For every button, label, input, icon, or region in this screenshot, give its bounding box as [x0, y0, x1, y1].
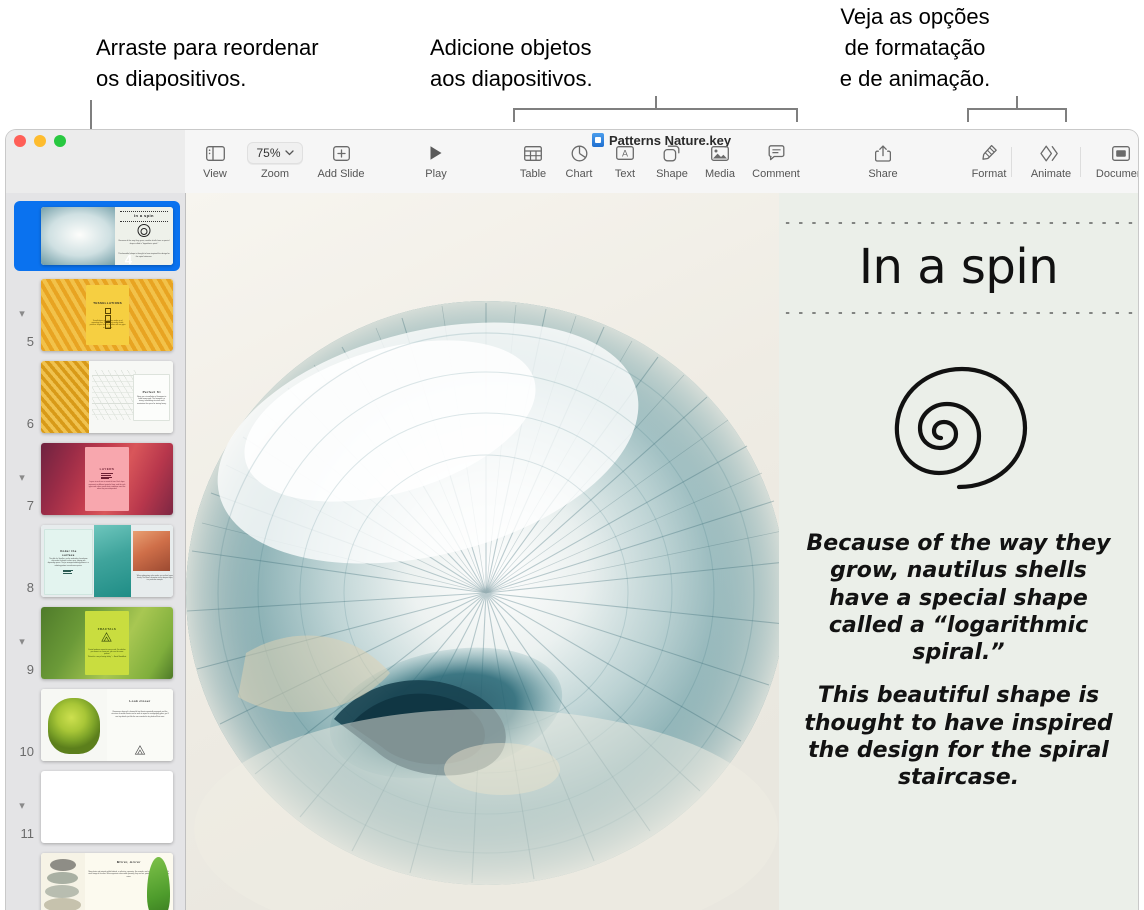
slide-canvas[interactable]: In a spin Because of the way they grow, …	[186, 193, 1138, 910]
document-icon	[1112, 142, 1130, 164]
navigator-slide-6[interactable]: Perfect fit Bees use a tessellation of h…	[6, 359, 185, 437]
close-button[interactable]	[14, 135, 26, 147]
slide-number: 10	[19, 744, 34, 759]
slide-number: 7	[26, 498, 34, 513]
play-icon	[429, 142, 443, 164]
zoom-control[interactable]: 75%	[247, 142, 303, 164]
slide-thumbnail[interactable]: LAYERS Layers in rocks are a record of t…	[41, 443, 173, 515]
svg-text:A: A	[622, 148, 628, 158]
toolbar-label-format: Format	[971, 168, 1007, 180]
callout-bracket-3	[967, 108, 1067, 122]
slide-thumbnail[interactable]: Perfect fit Bees use a tessellation of h…	[41, 361, 173, 433]
navigator-slide-7[interactable]: ▾ LAYERS Layers in rocks are a record of	[6, 441, 185, 519]
toolbar-label-media: Media	[705, 168, 735, 180]
dotted-rule-bottom	[781, 311, 1136, 315]
slide-thumbnail[interactable]: Mirror, mirror Many plants and animals e…	[41, 853, 173, 910]
toolbar-label-zoom: Zoom	[260, 168, 290, 180]
animate-diamonds-icon	[1040, 142, 1062, 164]
callout-bracket-2	[513, 108, 798, 122]
toolbar-button-share[interactable]: Share	[855, 142, 911, 180]
zoom-value: 75%	[256, 146, 281, 160]
toolbar-button-add-slide[interactable]: Add Slide	[305, 142, 377, 180]
slide-thumbnail[interactable]: TESSELLATIONS Tessellations are patterns…	[41, 279, 173, 351]
nautilus-shell-illustration	[186, 193, 779, 910]
toolbar-label-view: View	[203, 168, 227, 180]
toolbar-label-share: Share	[868, 168, 898, 180]
navigator-slide-12[interactable]: Mirror, mirror Many plants and animals e…	[6, 851, 185, 910]
slide-thumbnail[interactable]: In a spin Because of the way they grow, …	[41, 207, 173, 265]
toolbar-button-document[interactable]: Document	[1089, 142, 1138, 180]
chevron-down-icon[interactable]: ▾	[15, 635, 29, 649]
navigator-slide-9[interactable]: ▾ FRACTALS Fractal patterns repeat at ev…	[6, 605, 185, 683]
sidebar-header	[6, 130, 186, 193]
share-icon	[875, 142, 891, 164]
chevron-down-icon[interactable]: ▾	[15, 799, 29, 813]
toolbar-label-comment: Comment	[752, 168, 800, 180]
toolbar-label-add-slide: Add Slide	[317, 168, 365, 180]
slide-spiral-shape[interactable]	[875, 349, 1043, 504]
navigator-slide-10[interactable]: Look closer Romanesco broccoli is formed…	[6, 687, 185, 765]
toolbar-button-zoom[interactable]: 75% Zoom	[239, 142, 311, 180]
toolbar-label-document: Document	[1095, 168, 1138, 180]
shape-icon	[663, 142, 681, 164]
minimize-button[interactable]	[34, 135, 46, 147]
callout-format-animate: Veja as opções de formatação e de animaç…	[839, 4, 991, 92]
slide-paragraph-2[interactable]: This beautiful shape is thought to have …	[800, 682, 1118, 791]
zoom-dropdown[interactable]: 75%	[247, 142, 303, 164]
maximize-button[interactable]	[54, 135, 66, 147]
slide-thumbnail[interactable]: Look closer Romanesco broccoli is formed…	[41, 689, 173, 761]
toolbar-separator	[1080, 147, 1081, 177]
format-brush-icon	[980, 142, 998, 164]
slide-thumbnail[interactable]: Under the surface The gills of a Vanellus…	[41, 525, 173, 597]
toolbar-button-media[interactable]: Media	[692, 142, 748, 180]
callout-drag-reorder: Arraste para reordenar os diapositivos.	[96, 35, 319, 92]
table-icon	[524, 142, 542, 164]
window-titlebar: Patterns Nature.key View 75% Zoom Add Sl…	[6, 130, 1138, 194]
dotted-rule-top	[781, 221, 1136, 225]
slide-text-panel[interactable]: In a spin Because of the way they grow, …	[779, 193, 1138, 910]
slide-number: 8	[26, 580, 34, 595]
toolbar-label-table: Table	[519, 168, 547, 180]
slide-thumbnail[interactable]: SYMMETRIES Symmetry abounds in nature: f…	[41, 771, 173, 843]
spiral-drawing	[894, 366, 1027, 490]
toolbar-button-animate[interactable]: Animate	[1023, 142, 1079, 180]
sidebar-icon	[205, 142, 225, 164]
navigator-slide-5[interactable]: ▾ TESSELLATIONS Tessellations are patter…	[6, 277, 185, 355]
chevron-down-icon[interactable]: ▾	[15, 307, 29, 321]
toolbar-button-play[interactable]: Play	[408, 142, 464, 180]
toolbar-label-shape: Shape	[656, 168, 688, 180]
toolbar-label-chart: Chart	[565, 168, 593, 180]
slide-number: 6	[26, 416, 34, 431]
toolbar-label-play: Play	[425, 168, 447, 180]
toolbar-button-view[interactable]: View	[187, 142, 243, 180]
toolbar: Patterns Nature.key View 75% Zoom Add Sl…	[185, 130, 1138, 194]
text-box-icon: A	[616, 142, 634, 164]
toolbar-button-format[interactable]: Format	[961, 142, 1017, 180]
slide-image-nautilus[interactable]	[186, 193, 779, 910]
chart-pie-icon	[571, 142, 588, 164]
slide-number: 9	[26, 662, 34, 677]
keynote-window: Patterns Nature.key View 75% Zoom Add Sl…	[6, 130, 1138, 910]
navigator-slide-8[interactable]: Under the surface The gills of a Vanellus…	[6, 523, 185, 601]
chevron-down-icon[interactable]: ▾	[15, 471, 29, 485]
toolbar-button-comment[interactable]: Comment	[748, 142, 804, 180]
toolbar-separator	[1011, 147, 1012, 177]
plus-box-icon	[332, 142, 350, 164]
slide-thumbnail[interactable]: FRACTALS Fractal patterns repeat at ever…	[41, 607, 173, 679]
slide-headline[interactable]: In a spin	[859, 239, 1059, 295]
media-image-icon	[711, 142, 729, 164]
slide-navigator[interactable]: In a spin Because of the way they grow, …	[6, 193, 186, 910]
toolbar-label-animate: Animate	[1030, 168, 1072, 180]
callout-add-objects: Adicione objetos aos diapositivos.	[430, 35, 593, 92]
comment-icon	[768, 142, 785, 164]
slide-number: 5	[26, 334, 34, 349]
navigator-slide-11[interactable]: ▾ SYMMETRIES	[6, 769, 185, 847]
toolbar-label-text: Text	[614, 168, 636, 180]
slide-number: 11	[20, 826, 35, 841]
slide-paragraph-1[interactable]: Because of the way they grow, nautilus s…	[800, 530, 1118, 666]
slide-number: 4	[124, 252, 132, 267]
chevron-down-icon	[284, 150, 294, 156]
current-slide[interactable]: In a spin Because of the way they grow, …	[186, 193, 1138, 910]
navigator-slide-4[interactable]: In a spin Because of the way they grow, …	[6, 201, 185, 271]
